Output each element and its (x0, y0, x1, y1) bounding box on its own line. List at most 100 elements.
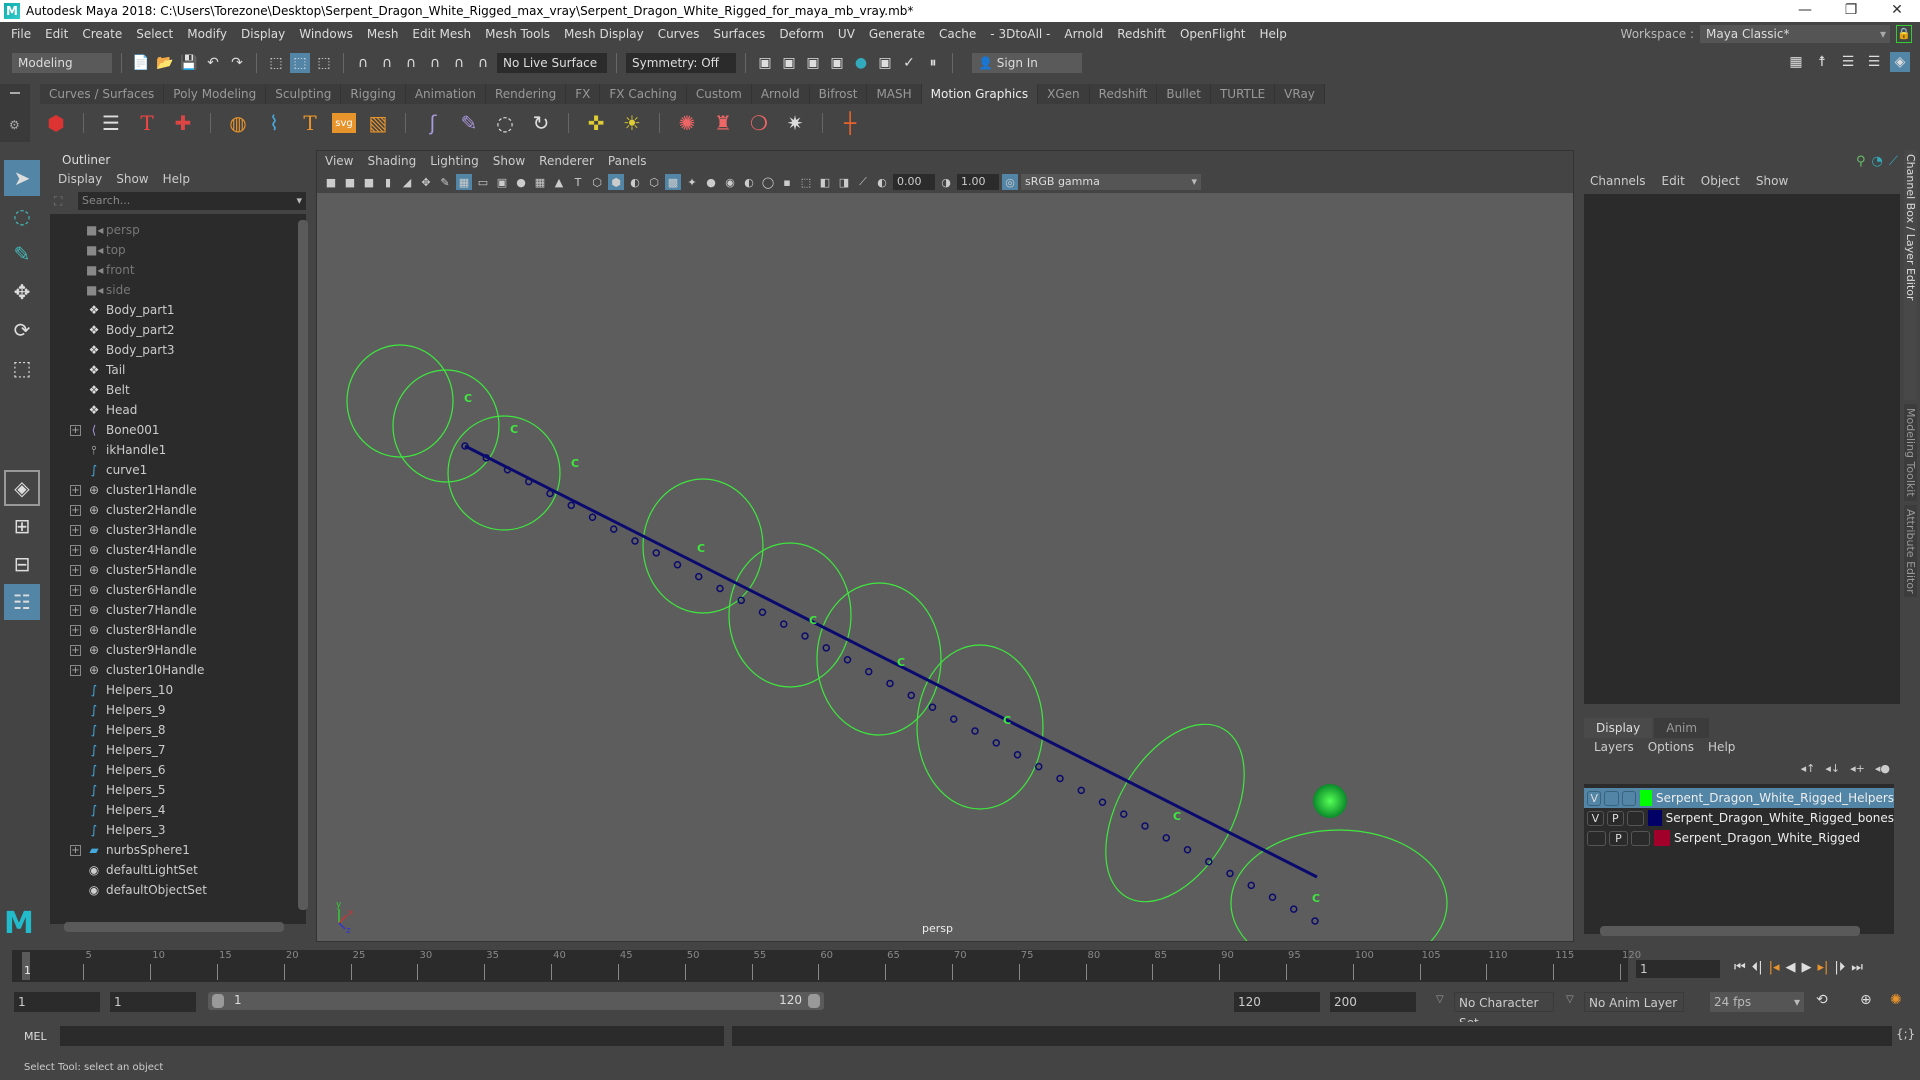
light-editor-icon[interactable]: ✓ (899, 53, 919, 73)
motion-blur-icon[interactable]: ◐ (741, 174, 757, 190)
save-scene-icon[interactable]: 💾 (179, 53, 199, 73)
cluster-marker[interactable]: C (1003, 714, 1011, 727)
playback-toggle[interactable] (1604, 790, 1619, 806)
joint[interactable] (695, 572, 703, 581)
auto-key-icon[interactable]: ⊕ (1860, 992, 1872, 1008)
cluster-marker[interactable]: C (464, 392, 472, 405)
layer-color-swatch[interactable] (1640, 790, 1652, 806)
joint[interactable] (588, 513, 597, 521)
side-tab-modeling-toolkit[interactable]: Modeling Toolkit (1904, 404, 1917, 501)
gamma-icon[interactable]: ◑ (938, 174, 954, 190)
joint[interactable] (631, 537, 639, 545)
step-back-frame-icon[interactable]: |◂ (1769, 960, 1780, 975)
range-end-handle[interactable] (808, 994, 820, 1008)
wireframe-on-shaded-icon[interactable]: ⬡ (646, 174, 662, 190)
expand-icon[interactable]: + (70, 504, 81, 516)
lock-camera-icon[interactable]: ■ (342, 174, 358, 190)
mograph-cube-icon[interactable]: ⬢ (42, 109, 70, 137)
snap-grid-icon[interactable]: ∩ (353, 53, 373, 73)
shelf-tab-fx-caching[interactable]: FX Caching (600, 84, 687, 104)
joint[interactable] (610, 525, 618, 533)
outliner-item[interactable]: ❖ Body_part2 (50, 320, 290, 340)
select-hierarchy-icon[interactable]: ⬚ (266, 53, 286, 73)
default-material-icon[interactable]: ◐ (627, 174, 643, 190)
shelf-tab-redshift[interactable]: Redshift (1089, 84, 1158, 104)
paint-select-tool-icon[interactable]: ✎ (4, 236, 40, 272)
pause-viewport-icon[interactable]: ⏸ (923, 53, 943, 73)
exposure-field[interactable]: 0.00 (893, 174, 935, 190)
layer-tab-anim[interactable]: Anim (1654, 718, 1710, 738)
helper-control-curve[interactable] (392, 369, 500, 483)
outliner-item[interactable]: + ⊕ cluster2Handle (50, 500, 290, 520)
joint[interactable] (567, 501, 575, 510)
expand-icon[interactable]: + (70, 844, 81, 856)
play-forwards-icon[interactable]: ▶ (1802, 960, 1812, 975)
ipr-render-icon[interactable]: ▣ (803, 53, 823, 73)
menu-curves[interactable]: Curves (651, 27, 707, 41)
snap-projected-center-icon[interactable]: ∩ (425, 53, 445, 73)
outliner-item[interactable]: ∫ Helpers_6 (50, 760, 290, 780)
joint[interactable] (758, 608, 767, 616)
outliner-item[interactable]: ∫ curve1 (50, 460, 290, 480)
menu-generate[interactable]: Generate (862, 27, 932, 41)
axis-x[interactable] (338, 914, 348, 924)
visibility-toggle[interactable]: V (1587, 790, 1602, 806)
explode-icon[interactable]: ✺ (673, 109, 701, 137)
shelf-tab-sculpting[interactable]: Sculpting (266, 84, 342, 104)
side-tab-attribute-editor[interactable]: Attribute Editor (1904, 504, 1917, 598)
menu-modify[interactable]: Modify (180, 27, 234, 41)
axis-label-z[interactable]: z (346, 926, 351, 936)
joint[interactable] (1247, 881, 1255, 890)
layer-tab-display[interactable]: Display (1584, 718, 1653, 738)
xray-active-icon[interactable]: ◨ (836, 174, 852, 190)
shelf-tab-bifrost[interactable]: Bifrost (809, 84, 868, 104)
add-point-icon[interactable]: ┼ (836, 109, 864, 137)
outliner-item[interactable]: ∫ Helpers_7 (50, 740, 290, 760)
joint[interactable] (716, 584, 724, 593)
text-type-icon[interactable]: T (133, 109, 161, 137)
color-management-icon[interactable]: ◎ (1002, 174, 1018, 190)
outliner-item[interactable]: ❖ Tail (50, 360, 290, 380)
channel-menu-show[interactable]: Show (1756, 174, 1788, 188)
outliner-item[interactable]: ■◂ side (50, 280, 290, 300)
joint[interactable] (886, 679, 894, 688)
expand-icon[interactable]: + (70, 664, 81, 676)
outliner-item[interactable]: + ⊕ cluster1Handle (50, 480, 290, 500)
outliner-item[interactable]: + ⊕ cluster8Handle (50, 620, 290, 640)
sphere-wire-icon[interactable]: ◍ (224, 109, 252, 137)
joint[interactable] (907, 691, 915, 700)
joint[interactable] (843, 656, 852, 664)
list-icon[interactable]: ☰ (97, 109, 125, 137)
joint[interactable] (1183, 846, 1192, 854)
cluster-marker[interactable]: C (1173, 810, 1181, 823)
snap-point-icon[interactable]: ∩ (401, 53, 421, 73)
shelf-tab-mash[interactable]: MASH (867, 84, 922, 104)
menu-redshift[interactable]: Redshift (1110, 27, 1173, 41)
layer-menu-help[interactable]: Help (1708, 740, 1735, 754)
visibility-toggle[interactable] (1587, 830, 1606, 846)
display-type-toggle[interactable] (1631, 830, 1650, 846)
menu-3dtoall[interactable]: - 3DtoAll - (983, 27, 1057, 41)
character-set-menu-icon[interactable]: ▽ (1436, 994, 1444, 1005)
menu-edit[interactable]: Edit (38, 27, 75, 41)
menu-deform[interactable]: Deform (772, 27, 831, 41)
channel-box-toggle-icon[interactable]: ◈ (1890, 52, 1910, 72)
viewport-menu-panels[interactable]: Panels (608, 154, 647, 168)
cluster-marker[interactable]: C (510, 423, 518, 436)
depth-of-field-icon[interactable]: ▪ (779, 174, 795, 190)
outliner-item[interactable]: + ▰ nurbsSphere1 (50, 840, 290, 860)
animation-start-field[interactable]: 1 (14, 992, 100, 1012)
modeling-toolkit-toggle-icon[interactable]: ▦ (1786, 52, 1806, 72)
resolution-gate-icon[interactable]: ▣ (494, 174, 510, 190)
move-tool-icon[interactable]: ✥ (4, 274, 40, 310)
outliner-item[interactable]: + ⊕ cluster9Handle (50, 640, 290, 660)
new-layer-selected-icon[interactable]: ◂● (1875, 762, 1890, 775)
animation-preferences-icon[interactable]: ✺ (1890, 992, 1902, 1008)
select-object-icon[interactable]: ⬚ (290, 53, 310, 73)
menu-uv[interactable]: UV (831, 27, 862, 41)
loop-icon[interactable]: ⟲ (1816, 992, 1828, 1008)
outliner-item[interactable]: ❖ Body_part3 (50, 340, 290, 360)
render-frame-icon[interactable]: ▣ (779, 53, 799, 73)
playback-start-field[interactable]: 1 (110, 992, 196, 1012)
joint[interactable] (1120, 810, 1128, 818)
